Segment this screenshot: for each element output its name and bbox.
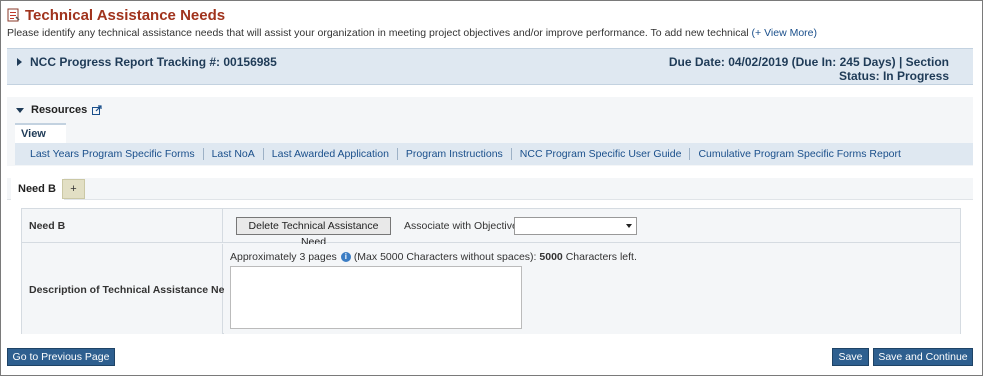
link-last-noa[interactable]: Last NoA bbox=[212, 148, 255, 160]
resources-header[interactable]: Resources bbox=[16, 104, 102, 116]
divider bbox=[689, 148, 691, 160]
description-value-cell: Approximately 3 pages i (Max 5000 Charac… bbox=[224, 244, 960, 334]
need-row: Need B Delete Technical Assistance Need … bbox=[22, 209, 960, 248]
page-frame: Technical Assistance Needs Please identi… bbox=[0, 0, 983, 376]
description-label-cell: Description of Technical Assistance Need bbox=[22, 244, 237, 334]
chars-left-suffix: Characters left. bbox=[565, 251, 637, 263]
delete-need-button[interactable]: Delete Technical Assistance Need bbox=[236, 217, 391, 248]
collapse-triangle-icon[interactable] bbox=[16, 107, 24, 113]
tracking-number: NCC Progress Report Tracking #: 00156985 bbox=[30, 55, 277, 69]
info-icon[interactable]: i bbox=[340, 252, 351, 262]
form-icon bbox=[7, 8, 20, 22]
section-status: Status: In Progress bbox=[838, 69, 949, 83]
title-row: Technical Assistance Needs bbox=[7, 6, 225, 24]
need-form: Need B Delete Technical Assistance Need … bbox=[21, 208, 961, 334]
char-limit-note: Approximately 3 pages i (Max 5000 Charac… bbox=[230, 251, 637, 263]
need-label: Need B bbox=[29, 220, 66, 232]
save-button[interactable]: Save bbox=[832, 348, 869, 366]
need-tabs: Need B + bbox=[7, 178, 973, 200]
chevron-down-icon bbox=[626, 224, 632, 228]
divider bbox=[396, 148, 398, 160]
link-last-awarded-application[interactable]: Last Awarded Application bbox=[272, 148, 389, 160]
need-value-cell: Delete Technical Assistance Need Associa… bbox=[224, 209, 960, 248]
chars-left-count: 5000 bbox=[539, 251, 563, 263]
instructions-body: Please identify any technical assistance… bbox=[7, 27, 749, 39]
page-title: Technical Assistance Needs bbox=[25, 6, 226, 24]
resource-links: Last Years Program Specific Forms Last N… bbox=[15, 143, 973, 165]
link-cumulative-report[interactable]: Cumulative Program Specific Forms Report bbox=[698, 148, 900, 160]
resources-panel: Resources View Last Years Program Specif… bbox=[7, 97, 973, 166]
divider bbox=[510, 148, 512, 160]
associate-label: Associate with Objectives bbox=[404, 220, 524, 232]
max-chars-text: (Max 5000 Characters without spaces): bbox=[353, 251, 537, 263]
external-link-icon[interactable] bbox=[92, 105, 102, 115]
link-last-years-forms[interactable]: Last Years Program Specific Forms bbox=[30, 148, 195, 160]
divider bbox=[262, 148, 264, 160]
approx-pages: Approximately 3 pages bbox=[230, 251, 337, 263]
resources-title: Resources bbox=[31, 104, 88, 116]
need-label-cell: Need B bbox=[22, 209, 223, 242]
instructions-text: Please identify any technical assistance… bbox=[7, 27, 817, 39]
associate-objectives-select[interactable] bbox=[514, 217, 637, 235]
link-program-instructions[interactable]: Program Instructions bbox=[406, 148, 503, 160]
link-user-guide[interactable]: NCC Program Specific User Guide bbox=[520, 148, 682, 160]
due-date: Due Date: 04/02/2019 (Due In: 245 Days) … bbox=[668, 55, 949, 69]
divider bbox=[202, 148, 204, 160]
tab-view[interactable]: View bbox=[15, 123, 66, 143]
description-label: Description of Technical Assistance Need bbox=[29, 284, 237, 296]
add-tab-button[interactable]: + bbox=[62, 179, 85, 199]
previous-page-button[interactable]: Go to Previous Page bbox=[7, 348, 115, 366]
description-textarea[interactable] bbox=[230, 266, 522, 329]
description-row: Description of Technical Assistance Need… bbox=[22, 244, 960, 334]
tab-need-b[interactable]: Need B bbox=[11, 178, 64, 200]
tracking-header[interactable]: NCC Progress Report Tracking #: 00156985… bbox=[7, 48, 973, 85]
save-and-continue-button[interactable]: Save and Continue bbox=[873, 348, 973, 366]
expand-arrow-icon[interactable] bbox=[17, 58, 22, 66]
view-more-link[interactable]: (+ View More) bbox=[752, 27, 817, 39]
